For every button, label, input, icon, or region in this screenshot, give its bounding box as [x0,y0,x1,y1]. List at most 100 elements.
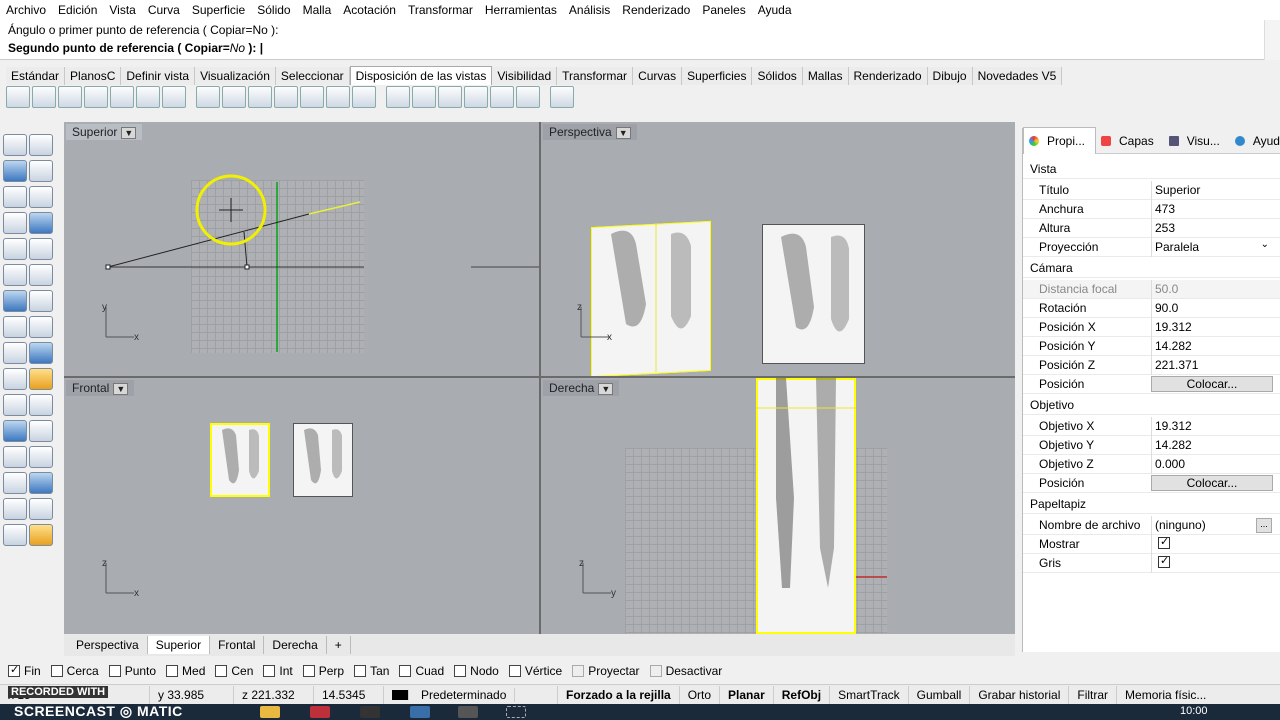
row-value[interactable]: 19.312 [1151,318,1280,337]
polyline-icon[interactable] [3,160,27,182]
viewport-tab[interactable]: Derecha [264,636,327,654]
toolbar-tab[interactable]: PlanosC [65,67,122,85]
place-camera-button[interactable]: Colocar... [1151,376,1273,392]
menu-item[interactable]: Vista [103,0,141,20]
menu-item[interactable]: Malla [297,0,338,20]
app-icon[interactable] [310,706,330,718]
osnap-tan[interactable]: Tan [354,664,389,678]
osnap-toggle[interactable]: RefObj [774,685,831,704]
checkbox[interactable] [166,665,179,677]
rectangle-icon[interactable] [29,212,53,234]
checkbox[interactable] [108,665,121,677]
checkbox[interactable] [572,665,585,677]
smarttrack-toggle[interactable]: SmartTrack [830,685,909,704]
print-icon[interactable] [550,86,574,108]
row-value[interactable]: 0.000 [1151,455,1280,474]
menu-item[interactable]: Renderizado [616,0,696,20]
viewport-tab[interactable]: Perspectiva [68,636,148,654]
box-icon[interactable] [3,290,27,312]
viewport-right[interactable]: Derecha ▼ z y [541,378,1015,634]
row-value[interactable]: 253 [1151,219,1280,238]
grid-snap-toggle[interactable]: Forzado a la rejilla [558,685,680,704]
menu-item[interactable]: Transformar [402,0,479,20]
snap-icon[interactable] [29,472,53,494]
array-icon[interactable] [29,394,53,416]
toolbar-tab[interactable]: Disposición de las vistas [349,66,493,85]
show-checkbox[interactable] [1158,535,1170,549]
menu-item[interactable]: Curva [142,0,186,20]
folder-icon[interactable] [490,86,514,108]
layer-icon[interactable] [29,446,53,468]
tile-icon[interactable] [136,86,160,108]
folder-icon[interactable] [260,706,280,718]
group-icon[interactable] [3,446,27,468]
arc-icon[interactable] [3,212,27,234]
checkbox[interactable] [508,665,521,677]
toolbar-tab[interactable]: Visualización [195,67,276,85]
osnap-proyectar[interactable]: Proyectar [572,664,640,678]
maximize-viewport-icon[interactable] [58,86,82,108]
menu-item[interactable]: Herramientas [479,0,563,20]
viewport-front[interactable]: Frontal ▼ z x [64,378,539,634]
fillet-icon[interactable] [29,238,53,260]
toolbar-tab[interactable]: Transformar [557,67,634,85]
row-value[interactable]: 19.312 [1151,417,1280,436]
viewport-tab[interactable]: Superior [147,636,211,654]
osnap-punto[interactable]: Punto [108,664,156,678]
analyze-icon[interactable] [3,498,27,520]
text-icon[interactable] [3,420,27,442]
toolbar-tab[interactable]: Seleccionar [275,67,350,85]
row-value[interactable]: 14.282 [1151,337,1280,356]
mesh-icon[interactable] [29,342,53,364]
toolbar-tab[interactable]: Curvas [633,67,683,85]
single-viewport-icon[interactable] [6,86,30,108]
layer-indicator[interactable]: Predeterminado [384,685,558,704]
toolbar-tab[interactable]: Superficies [682,67,753,85]
tile-grid-icon[interactable] [162,86,186,108]
move-icon[interactable] [3,368,27,390]
toolbar-tab[interactable]: Novedades V5 [972,67,1063,85]
check-icon[interactable] [29,498,53,520]
toolbar-tab[interactable]: Dibujo [927,67,973,85]
sweep-icon[interactable] [29,264,53,286]
osnap-fin[interactable]: Fin [8,663,41,678]
menu-item[interactable]: Análisis [563,0,616,20]
grid-icon[interactable] [196,86,220,108]
menu-item[interactable]: Archivo [0,0,52,20]
checkbox[interactable] [649,665,662,677]
viewport-layout-icon[interactable] [412,86,436,108]
toolbar-tab[interactable]: Estándar [6,67,66,85]
toggle-icon[interactable] [438,86,462,108]
row-value[interactable]: 90.0 [1151,299,1280,318]
scale-icon[interactable] [3,394,27,416]
checkbox[interactable] [354,665,367,677]
curve-icon[interactable] [29,160,53,182]
osnap-cuad[interactable]: Cuad [399,664,444,678]
page-icon[interactable] [386,86,410,108]
ortho-toggle[interactable]: Orto [680,685,721,704]
tab-layers[interactable]: Capas [1096,128,1164,154]
menu-item[interactable]: Edición [52,0,103,20]
polygon-icon[interactable] [3,238,27,260]
toolbar-tab[interactable]: Mallas [802,67,849,85]
toolbar-tab[interactable]: Visibilidad [492,67,558,85]
toolbar-tab[interactable]: Definir vista [121,67,196,85]
osnap-nodo[interactable]: Nodo [454,664,499,678]
gumball-toggle[interactable]: Gumball [909,685,971,704]
record-history-toggle[interactable]: Grabar historial [970,685,1070,704]
menu-item[interactable]: Ayuda [752,0,798,20]
tab-display[interactable]: Visu... [1164,128,1230,154]
app-icon[interactable] [506,706,526,718]
extrude-icon[interactable] [29,316,53,338]
osnap-vértice[interactable]: Vértice [508,664,562,678]
menu-item[interactable]: Acotación [337,0,402,20]
browse-button[interactable]: ... [1256,518,1272,533]
light-icon[interactable] [29,524,53,546]
viewport-tab[interactable]: Frontal [210,636,265,654]
grid-toggle-icon[interactable] [274,86,298,108]
toolbar-tab[interactable]: Sólidos [752,67,803,85]
tab-properties[interactable]: Propi... [1023,127,1097,154]
point-icon[interactable] [29,134,53,156]
checkbox[interactable] [215,665,228,677]
filter-toggle[interactable]: Filtrar [1069,685,1118,704]
